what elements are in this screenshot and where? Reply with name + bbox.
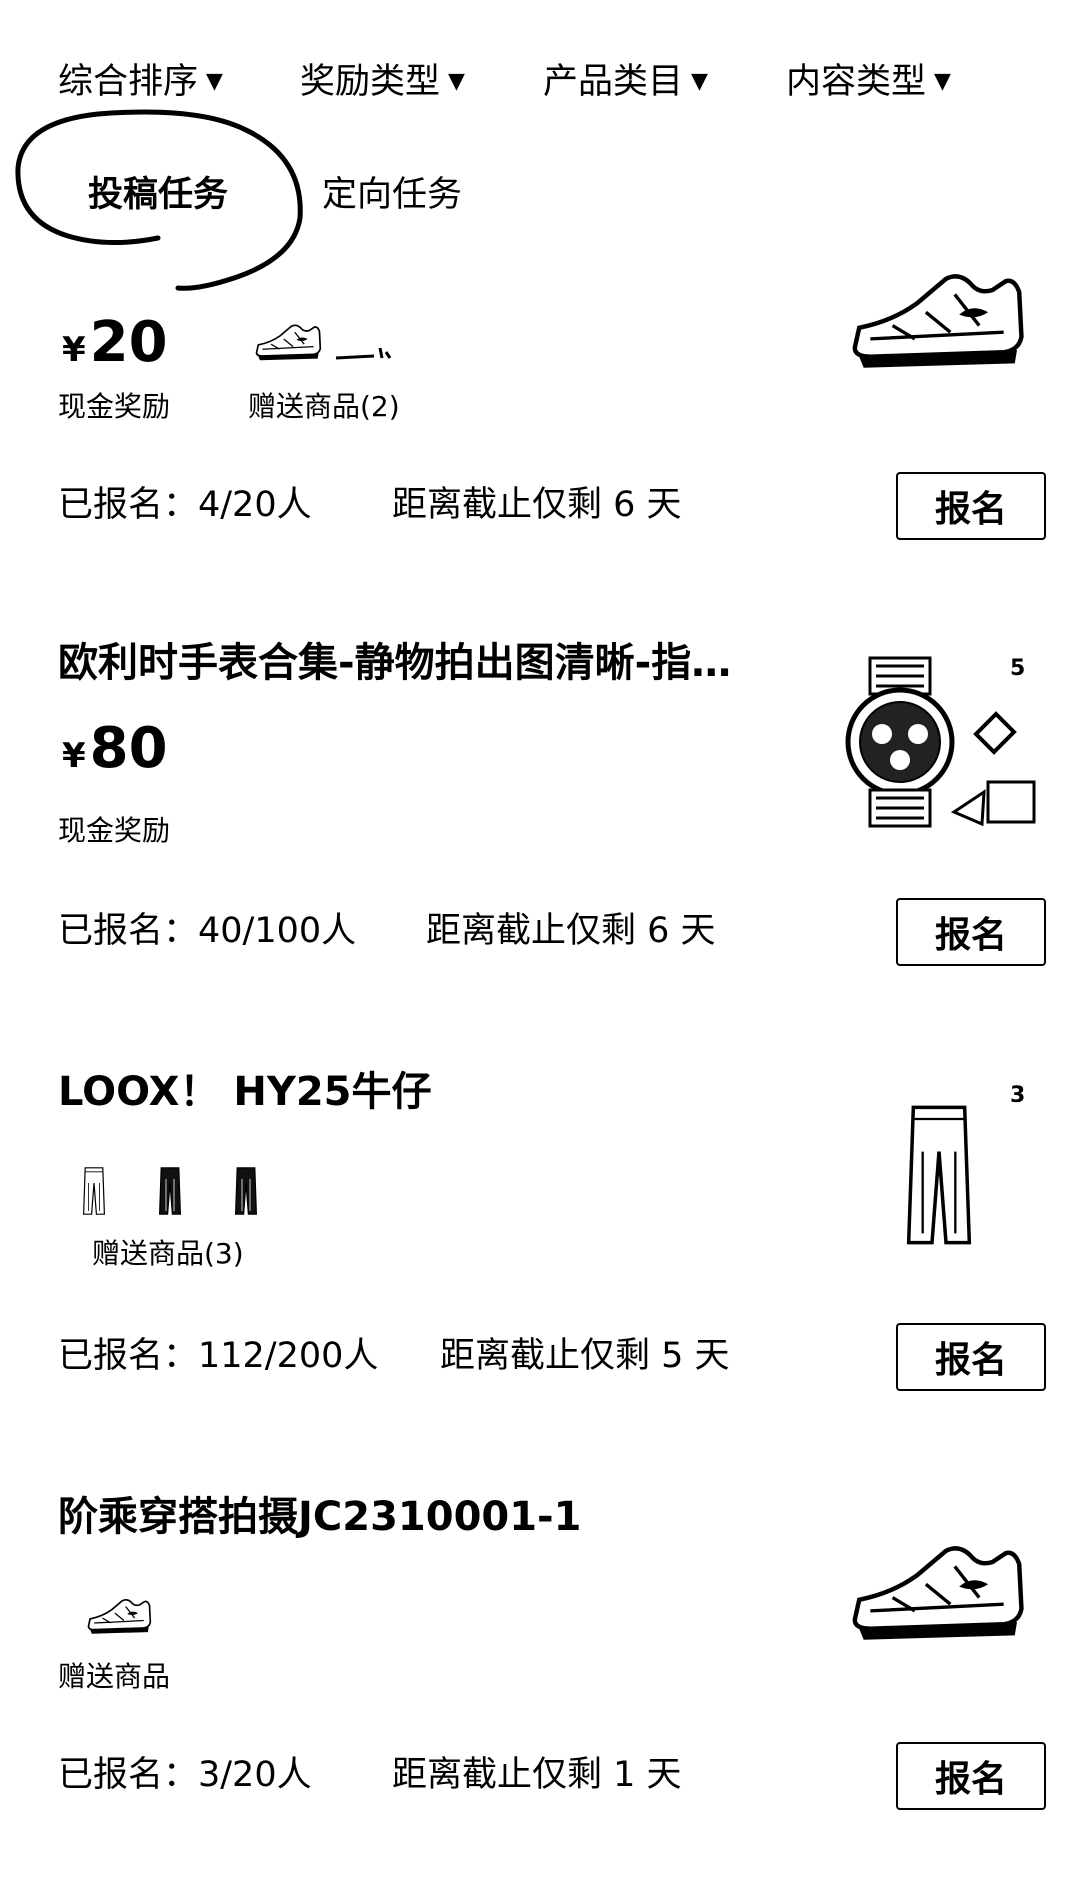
enrolled-count: 已报名：3/20人: [58, 1755, 312, 1795]
reward-type-filter-label: 奖励类型: [300, 62, 441, 102]
sneaker-icon: [254, 322, 322, 362]
reward-type-filter[interactable]: 奖励类型 ▼: [300, 52, 465, 112]
cash-reward-label: 现金奖励: [58, 390, 171, 423]
caret-down-icon: ▼: [448, 69, 465, 94]
deadline-text: 距离截止仅剩 5 天: [440, 1336, 730, 1376]
currency-symbol: ¥: [62, 736, 86, 776]
sneaker-icon: [846, 1542, 1028, 1642]
price-value: 80: [89, 716, 168, 781]
gift-label: 赠送商品(2): [248, 390, 400, 423]
tab-submission-task[interactable]: 投稿任务: [88, 160, 228, 230]
deadline-text: 距离截止仅剩 6 天: [426, 911, 716, 951]
content-type-filter[interactable]: 内容类型 ▼: [786, 52, 951, 112]
caret-down-icon: ▼: [934, 69, 951, 94]
jeans-icon: [904, 1105, 974, 1245]
task-card[interactable]: 欧利时手表合集-静物拍出图清晰-指… ¥ 80 现金奖励 5 已报名：40/10…: [0, 630, 1080, 1030]
content-type-filter-label: 内容类型: [786, 62, 927, 102]
filter-bar: 综合排序 ▼ 奖励类型 ▼ 产品类目 ▼ 内容类型 ▼: [0, 52, 1080, 112]
jeans-icon: [234, 1167, 258, 1215]
enrolled-count: 已报名：40/100人: [58, 911, 357, 951]
task-tabs: 投稿任务 定向任务: [0, 160, 1080, 230]
task-card[interactable]: LOOX！ HY25牛仔 赠送商品(3) 3 已报名：112/200人 距离截止…: [0, 1055, 1080, 1455]
cash-reward-label: 现金奖励: [58, 814, 171, 847]
price-value: 20: [89, 310, 168, 375]
currency-symbol: ¥: [62, 330, 86, 370]
signup-button[interactable]: 报名: [896, 898, 1046, 966]
sort-filter-label: 综合排序: [58, 62, 199, 102]
gift-label: 赠送商品: [58, 1660, 171, 1693]
image-count: 5: [1010, 656, 1026, 681]
cash-reward-amount: ¥ 80: [62, 716, 168, 781]
task-title: 欧利时手表合集-静物拍出图清晰-指…: [58, 640, 732, 686]
task-title: 阶乘穿搭拍摄JC2310001-1: [58, 1494, 582, 1540]
sneaker-icon: [86, 1596, 152, 1636]
signup-button[interactable]: 报名: [896, 472, 1046, 540]
product-category-filter[interactable]: 产品类目 ▼: [543, 52, 708, 112]
gift-thumbnail-icon: [335, 347, 392, 360]
task-card[interactable]: ¥ 20 现金奖励 赠送商品(2) 已报名：4/20人 距离截止仅剩 6 天 报…: [0, 250, 1080, 650]
enrolled-count: 已报名：112/200人: [58, 1336, 379, 1376]
signup-button[interactable]: 报名: [896, 1323, 1046, 1391]
caret-down-icon: ▼: [691, 69, 708, 94]
gift-label: 赠送商品(3): [92, 1237, 244, 1270]
sneaker-icon: [846, 270, 1028, 370]
enrolled-count: 已报名：4/20人: [58, 485, 312, 525]
image-count: 3: [1010, 1083, 1026, 1108]
cash-reward-amount: ¥ 20: [62, 310, 168, 375]
deadline-text: 距离截止仅剩 6 天: [392, 485, 682, 525]
signup-button[interactable]: 报名: [896, 1742, 1046, 1810]
jeans-icon: [82, 1167, 106, 1215]
deadline-text: 距离截止仅剩 1 天: [392, 1755, 682, 1795]
task-title: LOOX！ HY25牛仔: [58, 1069, 432, 1115]
product-category-filter-label: 产品类目: [543, 62, 684, 102]
task-card[interactable]: 阶乘穿搭拍摄JC2310001-1 赠送商品 已报名：3/20人 距离截止仅剩 …: [0, 1480, 1080, 1880]
caret-down-icon: ▼: [206, 69, 223, 94]
jeans-icon: [158, 1167, 182, 1215]
tab-directed-task[interactable]: 定向任务: [322, 160, 462, 230]
sort-filter[interactable]: 综合排序 ▼: [58, 52, 223, 112]
